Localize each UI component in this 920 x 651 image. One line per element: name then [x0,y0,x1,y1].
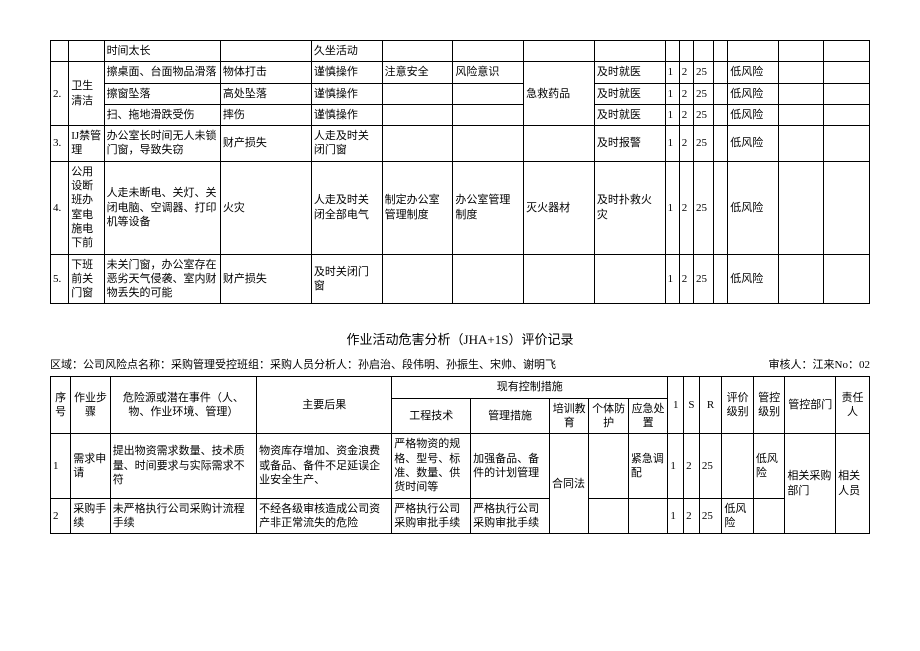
table-row: 时间太长 久坐活动 [51,41,870,62]
jha-table-2: 序号 作业步骤 危险源或潜在事件（人、物、作业环境、管理） 主要后果 现有控制措… [50,376,870,534]
table-row: 4. 公用设断班办室电施电下前 人走未断电、关灯、关闭电脑、空调器、打印机等设备… [51,161,870,254]
table-row: 1 需求申请 提出物资需求数量、技术质量、时间要求与实际需求不符 物资库存增加、… [51,434,870,498]
meta-right: 审核人：江来No：02 [769,356,870,372]
meta-line: 区域：公司风险点名称：采购管理受控班组：采购人员分析人：孙启治、段伟明、孙振生、… [50,356,870,372]
seq-cell [51,41,69,62]
header-row: 序号 作业步骤 危险源或潜在事件（人、物、作业环境、管理） 主要后果 现有控制措… [51,377,870,398]
section-title: 作业活动危害分析（JHA+1S）评价记录 [50,329,870,348]
table-row: 2 采购手续 未严格执行公司采购计流程手续 不经各级审核造成公司资产非正常流失的… [51,498,870,534]
hazard-cell: 时间太长 [104,41,220,62]
table-row: 2. 卫生清洁 擦桌面、台面物品滑落 物体打击 谨慎操作 注意安全 风险意识 急… [51,62,870,83]
jha-table-1: 时间太长 久坐活动 2. 卫生清洁 擦桌面、台面物品滑落 物体打击 谨慎操作 注… [50,40,870,304]
meta-left: 区域：公司风险点名称：采购管理受控班组：采购人员分析人：孙启治、段伟明、孙振生、… [50,356,556,372]
table-row: 擦窗坠落 高处坠落 谨慎操作 及时就医 1 2 25 低风险 [51,83,870,104]
table-row: 5. 下班前关门窗 未关门窗，办公室存在恶劣天气侵袭、室内财物丢失的可能 财产损… [51,254,870,304]
table-row: 扫、拖地滑跌受伤 摔伤 谨慎操作 及时就医 1 2 25 低风险 [51,104,870,125]
table-row: 3. IJ禁管理 办公室长时间无人未锁门窗，导致失窃 财产损失 人走及时关闭门窗… [51,126,870,162]
step-cell [69,41,104,62]
